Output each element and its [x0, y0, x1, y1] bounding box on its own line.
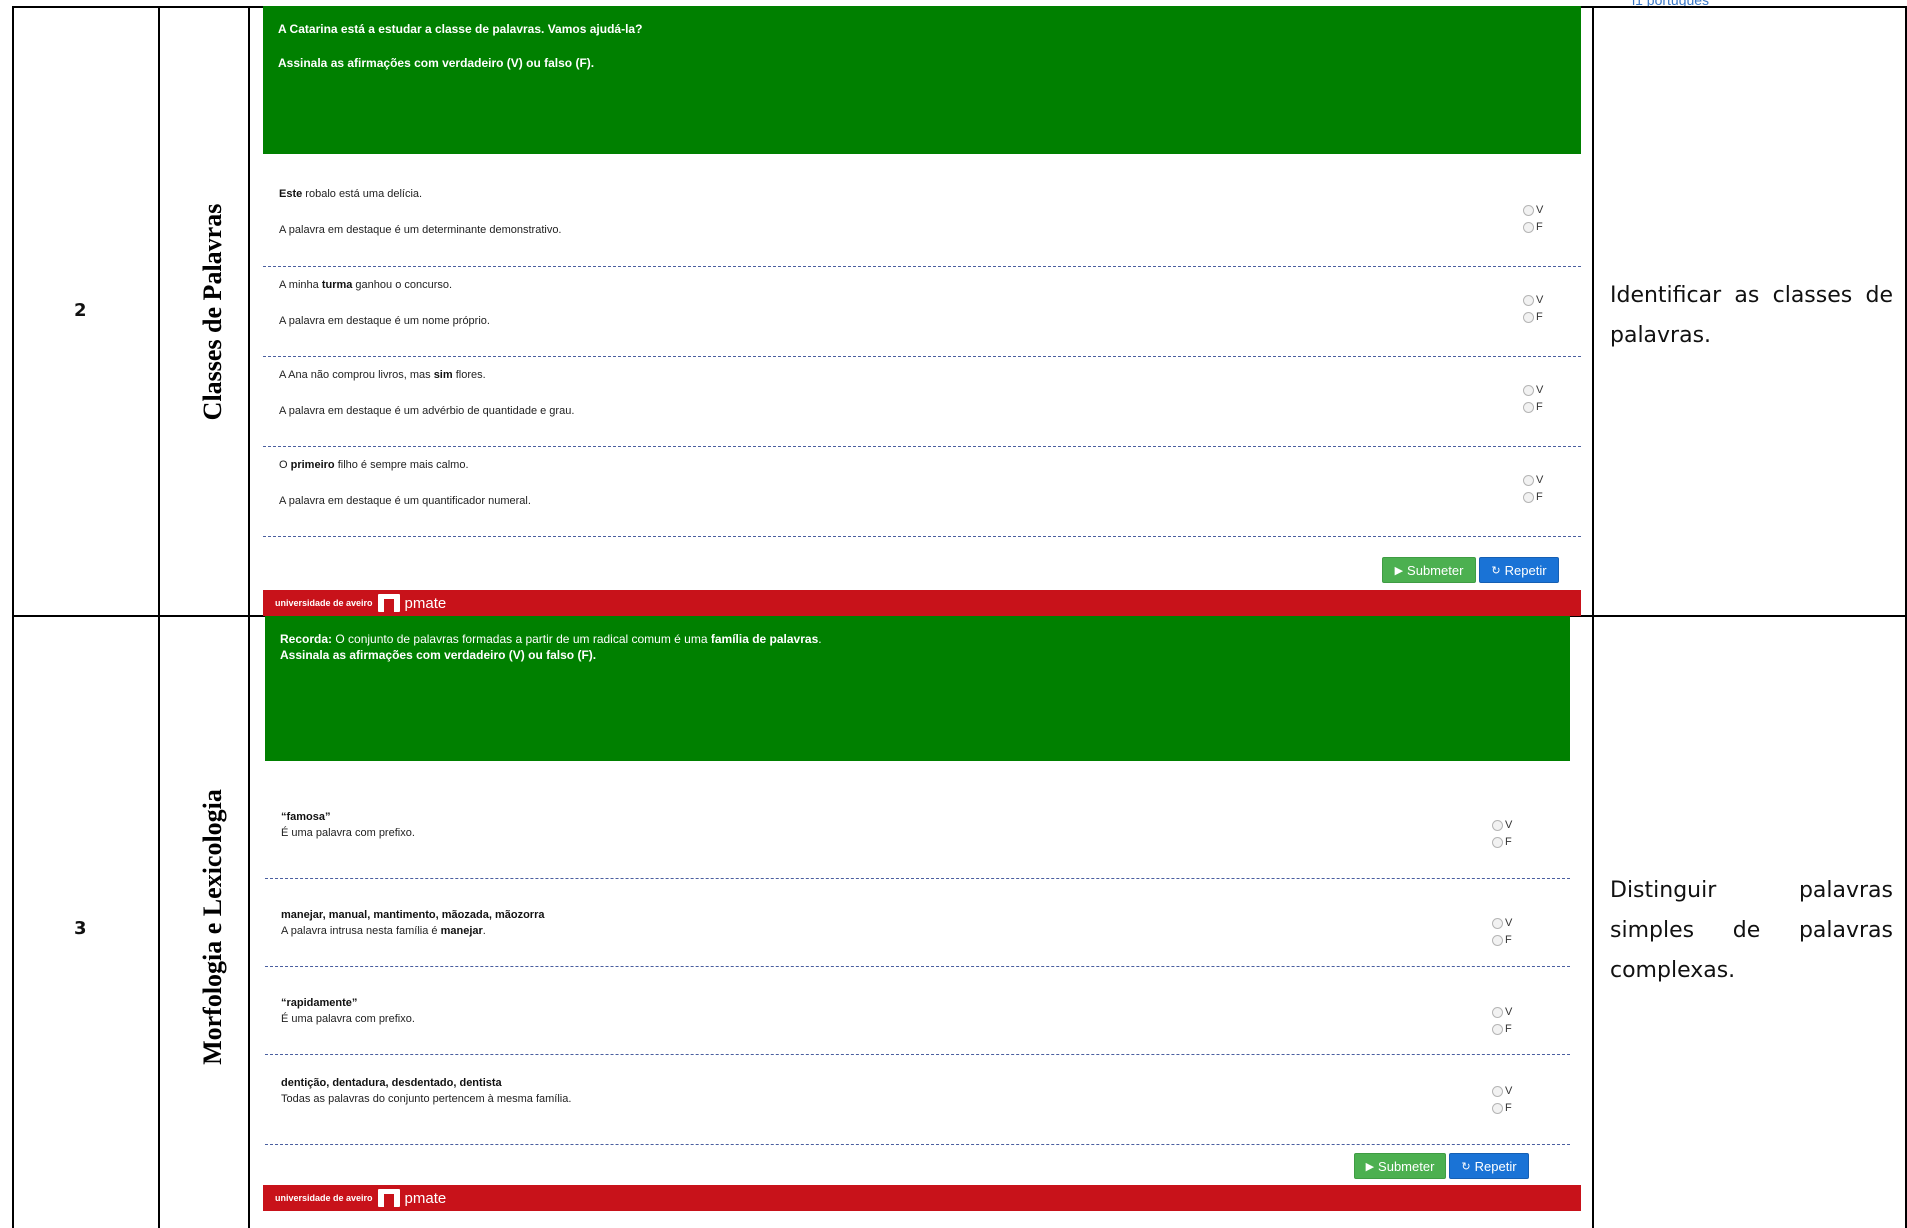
quiz-widget: A Catarina está a estudar a classe de pa… [263, 6, 1581, 616]
radio-true[interactable] [1492, 820, 1503, 831]
radio-true[interactable] [1492, 918, 1503, 929]
option-false[interactable]: F [1523, 399, 1543, 416]
quiz-instruction: Assinala as afirmações com verdadeiro (V… [278, 56, 595, 70]
option-true[interactable]: V [1523, 292, 1543, 309]
highlighted-word: sim [433, 369, 453, 381]
highlighted-word: turma [321, 279, 353, 291]
word-title: “famosa” [281, 811, 331, 823]
radio-false[interactable] [1523, 222, 1534, 233]
list-item: dentição, dentadura, desdentado, dentist… [265, 1055, 1570, 1145]
radio-true[interactable] [1492, 1086, 1503, 1097]
radio-false[interactable] [1492, 1103, 1503, 1114]
quiz-header: Recorda: O conjunto de palavras formadas… [265, 616, 1570, 761]
quiz-header: A Catarina está a estudar a classe de pa… [263, 6, 1581, 154]
row-number: 2 [74, 300, 87, 321]
radio-false[interactable] [1492, 1024, 1503, 1035]
option-true[interactable]: V [1523, 472, 1543, 489]
quiz-footer: universidade de aveiro pmate [263, 590, 1581, 616]
domain-label: Morfologia e Lexicologia [198, 789, 227, 1065]
list-item: manejar, manual, mantimento, mãozada, mã… [265, 879, 1570, 967]
radio-true[interactable] [1523, 295, 1534, 306]
option-false[interactable]: F [1492, 834, 1512, 851]
radio-true[interactable] [1523, 205, 1534, 216]
list-item: A Ana não comprou livros, mas sim flores… [263, 357, 1581, 447]
table-border-col3 [248, 6, 250, 1228]
option-false[interactable]: F [1523, 489, 1543, 506]
option-false[interactable]: F [1523, 219, 1543, 236]
word-title: “rapidamente” [281, 997, 358, 1009]
word-title: dentição, dentadura, desdentado, dentist… [281, 1077, 502, 1089]
option-false[interactable]: F [1523, 309, 1543, 326]
statement-text: A palavra em destaque é um advérbio de q… [279, 405, 575, 417]
row-number: 3 [74, 918, 87, 939]
option-false[interactable]: F [1492, 1021, 1512, 1038]
option-true[interactable]: V [1492, 1004, 1512, 1021]
quiz-footer: universidade de aveiro pmate [263, 1185, 1581, 1211]
radio-false[interactable] [1492, 935, 1503, 946]
play-icon: ▶ [1394, 564, 1404, 577]
list-item: “rapidamente” É uma palavra com prefixo.… [265, 967, 1570, 1055]
statement-text: A palavra em destaque é um nome próprio. [279, 315, 490, 327]
repeat-button[interactable]: ↻ Repetir [1479, 557, 1559, 583]
radio-false[interactable] [1523, 402, 1534, 413]
university-name: universidade de aveiro [275, 1193, 373, 1203]
table-border-left [12, 6, 14, 1228]
recorda-label: Recorda: [280, 632, 333, 646]
objective-text: Identificar as classes de palavras. [1610, 283, 1893, 348]
word-title: manejar, manual, mantimento, mãozada, mã… [281, 909, 545, 921]
domain-label: Classes de Palavras [198, 203, 227, 421]
brand-name: pmate [404, 1189, 447, 1207]
quiz-widget: Recorda: O conjunto de palavras formadas… [263, 616, 1581, 1212]
radio-false[interactable] [1523, 492, 1534, 503]
option-true[interactable]: V [1523, 202, 1543, 219]
key-term: família de palavras [710, 632, 819, 646]
radio-true[interactable] [1492, 1007, 1503, 1018]
option-true[interactable]: V [1492, 1083, 1512, 1100]
submit-button[interactable]: ▶ Submeter [1354, 1153, 1446, 1179]
option-true[interactable]: V [1492, 915, 1512, 932]
objective-text: Distinguir palavras simples de palavras … [1610, 878, 1893, 983]
table-border-col2 [158, 6, 160, 1228]
quiz-intro: A Catarina está a estudar a classe de pa… [278, 22, 643, 36]
radio-false[interactable] [1492, 837, 1503, 848]
radio-false[interactable] [1523, 312, 1534, 323]
option-false[interactable]: F [1492, 1100, 1512, 1117]
list-item: “famosa” É uma palavra com prefixo. V F [265, 761, 1570, 879]
refresh-icon: ↻ [1491, 564, 1501, 577]
refresh-icon: ↻ [1461, 1160, 1471, 1173]
highlighted-word: primeiro [290, 459, 335, 471]
radio-true[interactable] [1523, 475, 1534, 486]
option-true[interactable]: V [1492, 817, 1512, 834]
radio-true[interactable] [1523, 385, 1534, 396]
highlighted-word: Este [279, 188, 303, 200]
university-name: universidade de aveiro [275, 598, 373, 608]
repeat-button[interactable]: ↻ Repetir [1449, 1153, 1529, 1179]
submit-button[interactable]: ▶ Submeter [1382, 557, 1476, 583]
statement-text: A palavra em destaque é um quantificador… [279, 495, 531, 507]
table-border-col4 [1592, 6, 1594, 1228]
play-icon: ▶ [1365, 1160, 1375, 1173]
quiz-instruction: Assinala as afirmações com verdadeiro (V… [280, 648, 597, 662]
option-true[interactable]: V [1523, 382, 1543, 399]
statement-text: A palavra em destaque é um determinante … [279, 224, 562, 236]
brand-name: pmate [404, 594, 447, 612]
list-item: A minha turma ganhou o concurso. A palav… [263, 267, 1581, 357]
university-logo-icon [377, 594, 400, 612]
option-false[interactable]: F [1492, 932, 1512, 949]
list-item: Este robalo está uma delícia. A palavra … [263, 158, 1581, 267]
list-item: O primeiro filho é sempre mais calmo. A … [263, 447, 1581, 537]
university-logo-icon [377, 1189, 400, 1207]
